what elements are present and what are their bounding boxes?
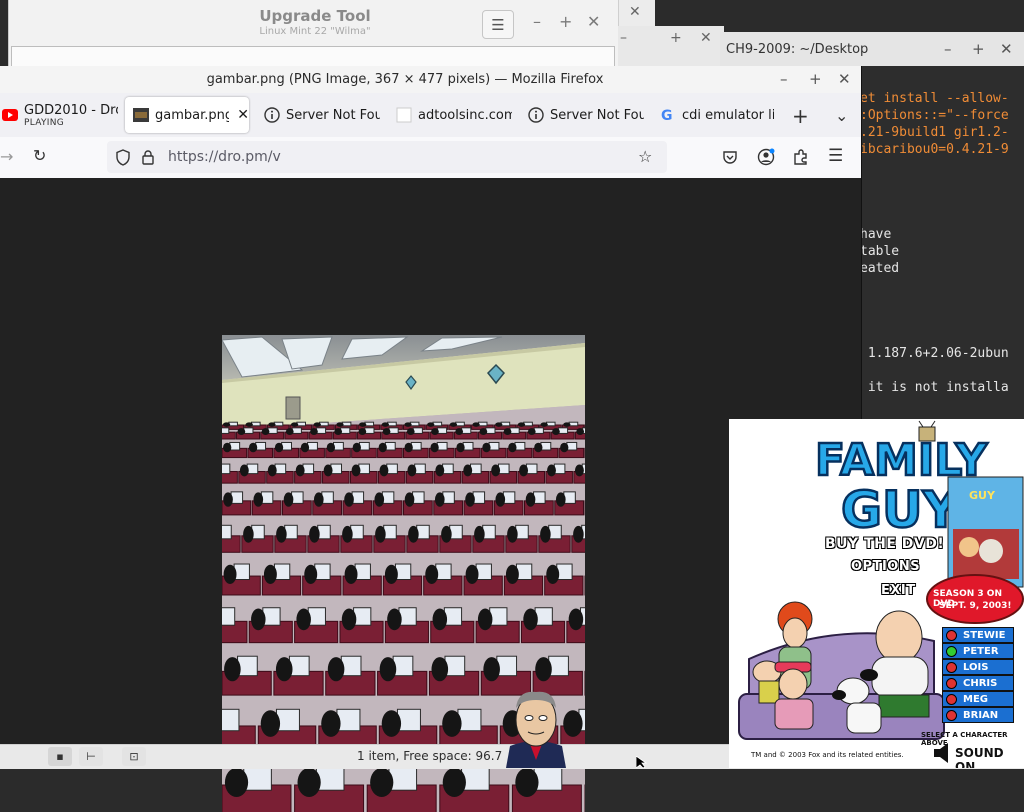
url-text: https://dro.pm/v (168, 149, 281, 165)
extensions-puzzle-icon[interactable] (792, 148, 810, 166)
maximize-icon[interactable]: + (670, 30, 682, 46)
reload-icon[interactable]: ↻ (33, 146, 46, 165)
character-button-stewie[interactable]: STEWIE (942, 627, 1014, 643)
url-bar[interactable]: https://dro.pm/v ☆ (107, 141, 667, 173)
terminal-line: 1.187.6+2.06-2ubun (860, 346, 1009, 361)
firefox-titlebar: gambar.png (PNG Image, 367 × 477 pixels)… (0, 66, 861, 93)
bookmark-star-icon[interactable]: ☆ (638, 147, 652, 166)
app-menu-icon[interactable]: ☰ (828, 146, 843, 166)
minimize-icon[interactable]: – (620, 30, 627, 46)
exit-menu-item[interactable]: EXIT (881, 583, 916, 598)
character-button-brian[interactable]: BRIAN (942, 707, 1014, 723)
indicator-dot-icon (946, 629, 957, 641)
select-character-instruction: SELECT A CHARACTER ABOVE (921, 731, 1008, 747)
character-button-peter[interactable]: PETER (942, 643, 1014, 659)
tab-label: gambar.png (155, 107, 230, 123)
pocket-icon[interactable] (722, 149, 738, 165)
indicator-dot-icon (946, 677, 957, 689)
tab-adtoolsinc[interactable]: adtoolsinc.com (388, 97, 512, 133)
minimize-icon[interactable]: – (780, 70, 788, 88)
indicator-dot-icon (946, 709, 957, 721)
svg-text:GUY: GUY (969, 489, 996, 502)
window-title: gambar.png (PNG Image, 367 × 477 pixels)… (206, 72, 604, 87)
tab-server-not-found-2[interactable]: Server Not Fou (520, 97, 644, 133)
maximize-icon[interactable]: + (559, 12, 572, 31)
indicator-dot-icon (946, 645, 957, 657)
minimize-icon[interactable]: – (533, 12, 541, 31)
tab-server-not-found[interactable]: Server Not Fou (256, 97, 380, 133)
terminal-line: et install --allow- (860, 91, 1009, 106)
tab-playing-label: PLAYING (24, 117, 65, 128)
buy-dvd-menu-item[interactable]: BUY THE DVD! (825, 536, 944, 552)
shield-icon[interactable] (115, 149, 131, 166)
blank-page-icon (396, 107, 412, 123)
tab-bar: GDD2010 - Dro PLAYING gambar.png ✕ Serve… (0, 93, 861, 137)
character-button-meg[interactable]: MEG (942, 691, 1014, 707)
tab-cdi-emulator[interactable]: G cdi emulator lir (652, 97, 774, 133)
terminal-line: it is not installa (860, 380, 1009, 395)
minimize-icon[interactable]: – (944, 40, 952, 58)
character-button-chris[interactable]: CHRIS (942, 675, 1014, 691)
image-thumbnail-icon (133, 107, 149, 123)
close-icon[interactable]: ✕ (629, 4, 641, 20)
maximize-icon[interactable]: + (809, 70, 822, 88)
account-icon[interactable] (757, 148, 775, 166)
logo-guy-text: GUY (841, 481, 960, 539)
indicator-dot-icon (946, 693, 957, 705)
google-icon: G (660, 107, 676, 123)
terminal-titlebar: CH9-2009: ~/Desktop – + ✕ (720, 32, 1024, 66)
folder-icon[interactable]: ▪ (48, 747, 72, 766)
promo-line-2: SEPT. 9, 2003! (939, 601, 1012, 611)
tab-label: adtoolsinc.com (418, 107, 512, 123)
close-icon[interactable]: ✕ (838, 70, 851, 88)
terminal-title: CH9-2009: ~/Desktop (726, 42, 869, 57)
info-icon (264, 107, 280, 123)
info-icon (528, 107, 544, 123)
tab-label: Server Not Fou (286, 107, 380, 123)
tree-view-icon[interactable]: ⊢ (79, 747, 103, 766)
tab-gambar[interactable]: gambar.png ✕ (125, 97, 249, 133)
list-tabs-chevron-icon[interactable]: ⌄ (835, 106, 848, 125)
close-icon[interactable]: ✕ (1000, 40, 1013, 58)
terminal-line: :Options::="--force (860, 108, 1009, 123)
new-tab-plus-icon[interactable]: + (792, 104, 809, 128)
close-tab-icon[interactable]: ✕ (237, 107, 249, 123)
lock-icon[interactable] (141, 149, 155, 165)
upgrade-tool-window: Upgrade Tool Linux Mint 22 "Wilma" ☰ – +… (8, 0, 622, 71)
copyright-text: TM and © 2003 Fox and its related entiti… (751, 751, 904, 759)
options-menu-item[interactable]: OPTIONS (851, 559, 920, 574)
close-icon[interactable]: ✕ (700, 30, 712, 46)
dvd-box-art: GUY (947, 476, 1024, 588)
hamburger-menu-icon[interactable]: ☰ (482, 10, 514, 39)
character-button-lois[interactable]: LOIS (942, 659, 1014, 675)
terminal-line: ibcaribou0=0.4.21-9 (860, 142, 1009, 157)
background-window: ✕ (618, 0, 655, 26)
svg-text:G: G (661, 108, 673, 123)
terminal-line: table (860, 244, 900, 259)
family-guy-dvd-menu: FAMILY GUY GUY BUY THE DVD! OPTIONS EXIT… (729, 419, 1024, 768)
terminal-line: .21-9build1 gir1.2- (860, 125, 1009, 140)
youtube-icon (2, 107, 18, 123)
sound-toggle[interactable]: SOUND ON (955, 746, 1024, 768)
close-sidebar-icon[interactable]: ⊡ (122, 747, 146, 766)
tab-youtube[interactable]: GDD2010 - Dro PLAYING (0, 97, 118, 133)
background-window: – + ✕ (618, 26, 724, 66)
mouse-cursor-icon (636, 756, 648, 768)
terminal-line: eated (860, 261, 900, 276)
cartoon-character-figure (506, 691, 566, 768)
tab-label: GDD2010 - Dro (24, 102, 118, 118)
close-icon[interactable]: ✕ (587, 12, 600, 31)
maximize-icon[interactable]: + (972, 40, 985, 58)
terminal-line: have (860, 227, 892, 242)
forward-arrow-icon[interactable]: → (0, 147, 13, 166)
indicator-dot-icon (946, 661, 957, 673)
navigation-toolbar: → ↻ https://dro.pm/v ☆ ☰ (0, 137, 861, 179)
tab-label: cdi emulator lir (682, 107, 774, 123)
tab-label: Server Not Fou (550, 107, 644, 123)
upgrade-tool-subtitle: Linux Mint 22 "Wilma" (259, 26, 371, 37)
status-text: 1 item, Free space: 96.7 (357, 749, 503, 763)
upgrade-tool-title: Upgrade Tool (259, 7, 371, 25)
